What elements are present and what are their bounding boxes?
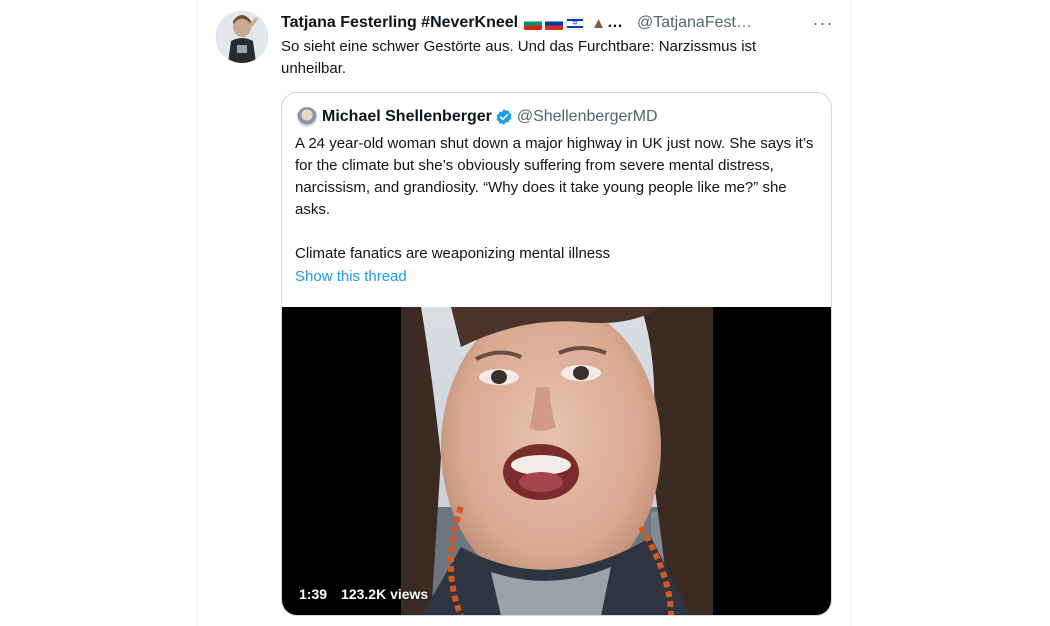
quoted-paragraph-2: Climate fanatics are weaponizing mental … [295, 245, 611, 262]
quoted-author-handle: @ShellenbergerMD [516, 108, 658, 125]
russia-flag-icon [545, 16, 564, 30]
quoted-tweet-text: A 24 year-old woman shut down a major hi… [295, 133, 820, 265]
author-display-name[interactable]: Tatjana Festerling #NeverKneel [281, 14, 518, 32]
page: Tatjana Festerling #NeverKneel ✡ ▲ … @Ta… [0, 0, 1050, 626]
name-emoji-group: ✡ ▲ … [524, 14, 623, 32]
tweet-header: Tatjana Festerling #NeverKneel ✡ ▲ … @Ta… [281, 12, 752, 34]
show-thread-link[interactable]: Show this thread [295, 268, 407, 285]
quoted-tweet[interactable]: Michael Shellenberger @ShellenbergerMD A… [281, 92, 832, 616]
tweet-text: So sieht eine schwer Gestörte aus. Und d… [281, 38, 757, 77]
volcano-icon: ▲ [591, 14, 606, 32]
bulgaria-flag-icon [524, 16, 543, 30]
quoted-author-avatar [297, 107, 317, 127]
quoted-author-name: Michael Shellenberger [322, 108, 492, 125]
name-truncation: … [606, 14, 623, 31]
quoted-paragraph-1: A 24 year-old woman shut down a major hi… [295, 135, 814, 218]
author-avatar[interactable] [216, 11, 268, 63]
video-duration: 1:39 [299, 586, 328, 602]
more-options-button[interactable]: ··· [810, 10, 836, 36]
video-meta: 1:39 123.2K views [299, 586, 428, 602]
video-player[interactable]: 1:39 123.2K views [282, 307, 831, 615]
quoted-tweet-header: Michael Shellenberger @ShellenbergerMD [297, 105, 658, 129]
video-view-count: 123.2K views [341, 586, 429, 602]
israel-flag-icon: ✡ [566, 16, 585, 30]
more-dots-icon: ··· [812, 12, 834, 33]
video-thumbnail [401, 307, 713, 615]
verified-badge-icon [496, 109, 512, 125]
author-handle[interactable]: @TatjanaFest… [637, 14, 752, 32]
